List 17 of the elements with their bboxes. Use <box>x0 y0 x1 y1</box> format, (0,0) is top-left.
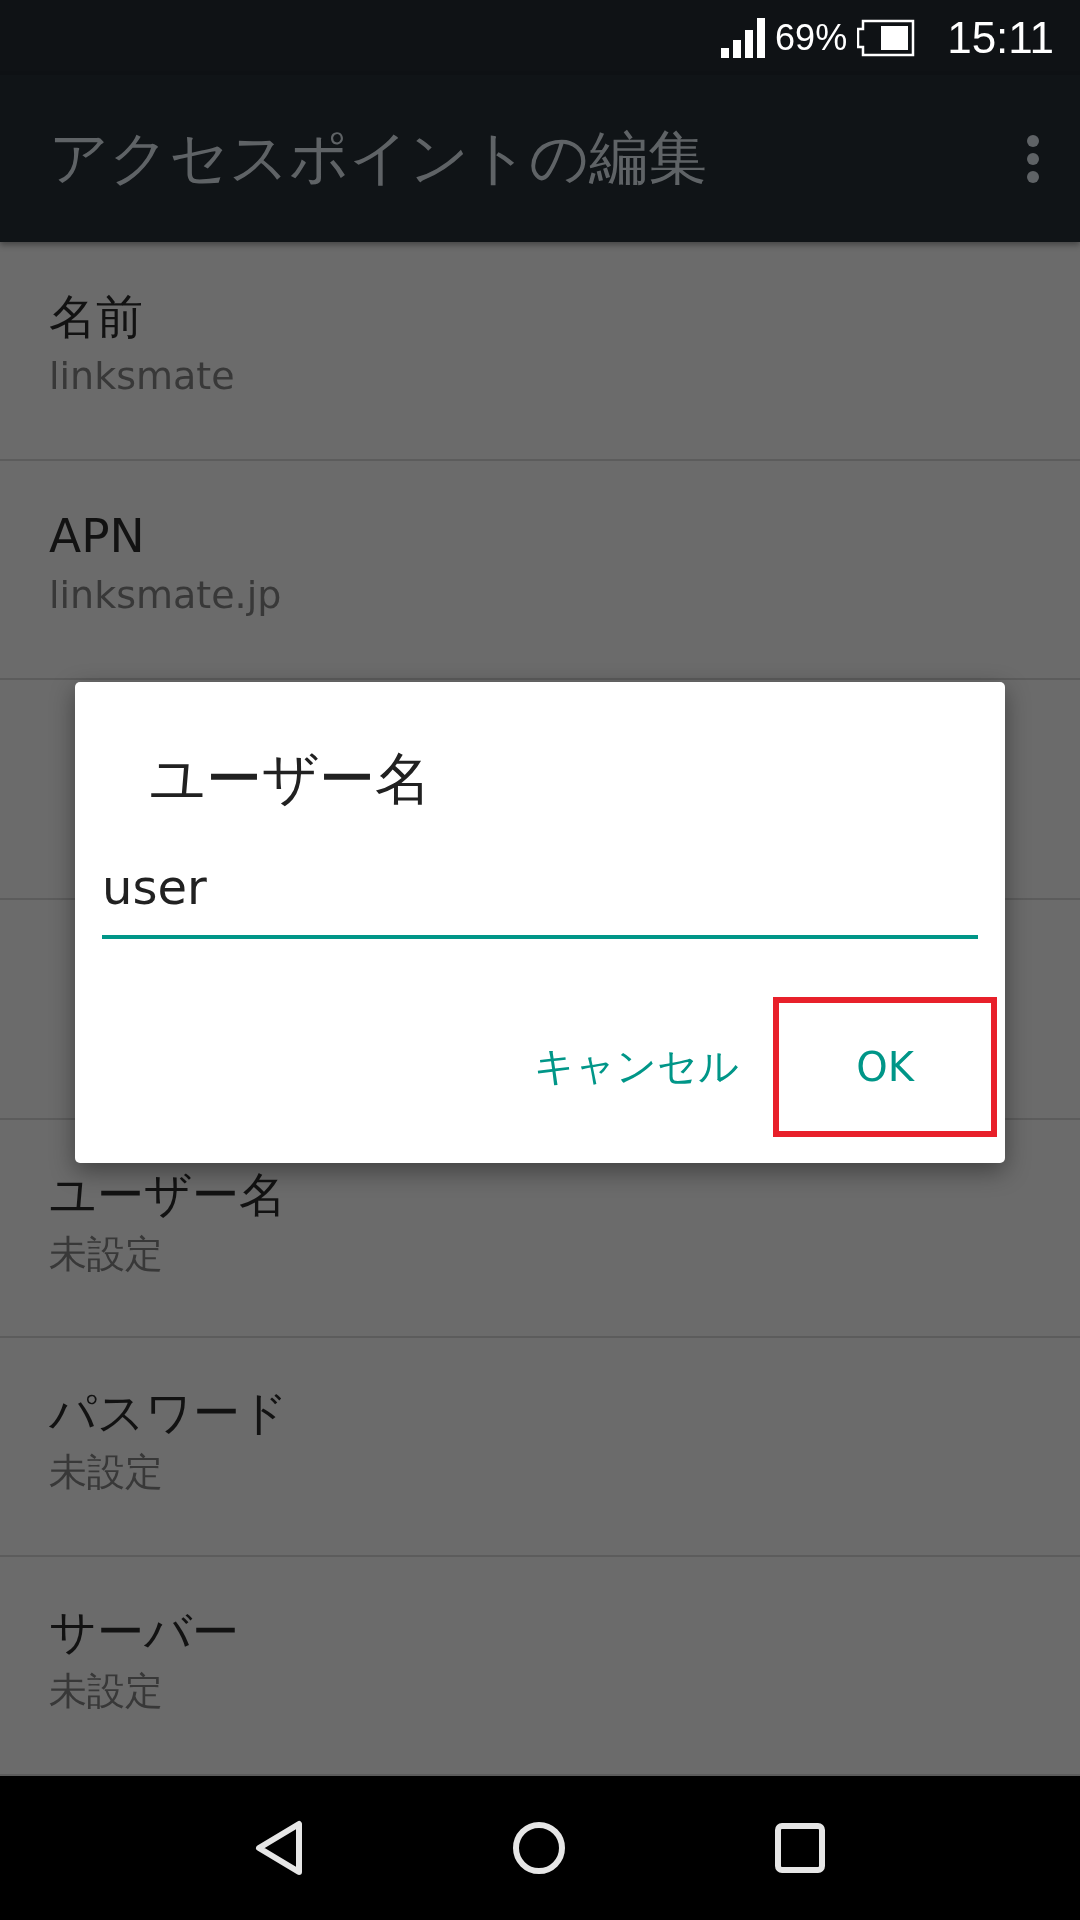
dialog-button[interactable]: OK <box>773 996 997 1137</box>
signal-icon <box>721 17 766 58</box>
toolbar-title: アクセスポイントの編集 <box>49 121 708 194</box>
recents-icon[interactable] <box>775 1823 826 1873</box>
overflow-menu-icon[interactable] <box>1026 133 1040 184</box>
setting-title: ユーザー名 <box>49 1165 286 1224</box>
home-icon[interactable] <box>512 1821 566 1875</box>
setting-title: 名前 <box>49 288 143 346</box>
clock-time: 15:11 <box>947 12 1054 63</box>
setting-title: サーバー <box>49 1603 239 1662</box>
text-field[interactable]: user <box>102 853 978 939</box>
setting-title: パスワード <box>49 1384 288 1443</box>
back-icon[interactable] <box>254 1820 303 1876</box>
dialog-title: ユーザー名 <box>149 744 431 813</box>
battery-percent: 69% <box>775 16 848 59</box>
setting-title: APN <box>49 506 145 565</box>
battery-icon <box>857 18 916 57</box>
